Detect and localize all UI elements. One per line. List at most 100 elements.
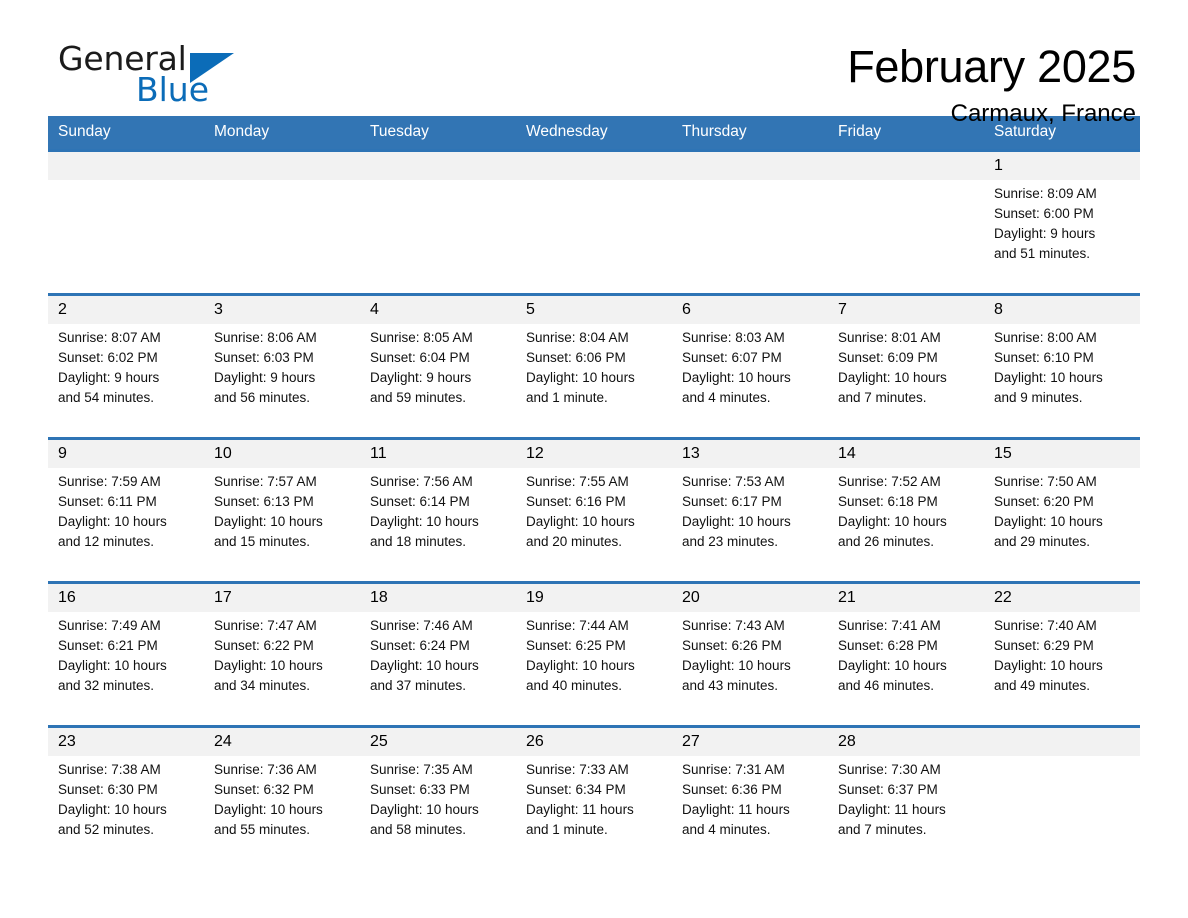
day-info-line: and 51 minutes. [994,246,1091,261]
day-info-line: Daylight: 10 hours [58,514,167,529]
day-number: 1 [994,157,1003,174]
day-info-line: and 54 minutes. [58,390,155,405]
day-info-line: and 40 minutes. [526,678,623,693]
day-info-line: Daylight: 9 hours [994,226,1096,241]
day-number-cell[interactable]: 16 [48,581,204,612]
day-detail-cell: Sunrise: 7:36 AM Sunset: 6:32 PM Daylight:… [204,756,360,854]
week-gap-cell [672,710,828,727]
day-info-line: Daylight: 10 hours [526,514,635,529]
day-number: 26 [526,733,544,750]
week-gap-cell [984,566,1140,583]
day-number-cell[interactable]: 26 [516,725,672,756]
day-info-line: Daylight: 10 hours [838,370,947,385]
day-info-line: Sunrise: 8:07 AM [58,330,161,345]
day-number-cell[interactable]: 5 [516,293,672,324]
day-number-cell[interactable]: 19 [516,581,672,612]
week-gap-cell [204,566,360,583]
day-number-cell[interactable]: 17 [204,581,360,612]
day-info-line: Sunset: 6:17 PM [682,494,782,509]
day-number-cell[interactable]: 14 [828,437,984,468]
location-subtitle: Carmaux, France [950,100,1136,127]
day-number-cell[interactable]: 24 [204,725,360,756]
day-number-cell[interactable]: 6 [672,293,828,324]
day-detail-cell: Sunrise: 7:46 AM Sunset: 6:24 PM Daylight:… [360,612,516,710]
day-number-cell[interactable]: 1 [984,149,1140,180]
day-number-cell[interactable]: 20 [672,581,828,612]
day-info-line: Daylight: 11 hours [682,802,790,817]
day-number-cell[interactable]: 25 [360,725,516,756]
day-info-line: Sunset: 6:24 PM [370,638,470,653]
day-number-cell[interactable]: 7 [828,293,984,324]
day-number-cell[interactable]: 4 [360,293,516,324]
day-info-line: and 20 minutes. [526,534,623,549]
week-detail-row: Sunrise: 8:09 AM Sunset: 6:00 PM Daylight:… [48,180,1140,278]
day-number: 22 [994,589,1012,606]
day-info-line: Sunrise: 7:56 AM [370,474,473,489]
day-number-cell[interactable]: 3 [204,293,360,324]
day-number: 23 [58,733,76,750]
day-number-cell[interactable]: 10 [204,437,360,468]
day-detail-cell: Sunrise: 7:47 AM Sunset: 6:22 PM Daylight:… [204,612,360,710]
day-info-line: Sunset: 6:32 PM [214,782,314,797]
day-info-line: and 9 minutes. [994,390,1083,405]
week-detail-row: Sunrise: 7:38 AM Sunset: 6:30 PM Daylight:… [48,756,1140,854]
title-block: February 2025 Carmaux, France [847,42,1140,130]
week-gap-row [48,422,1140,439]
day-info-line: Sunset: 6:36 PM [682,782,782,797]
weekday-header-monday: Monday [204,116,360,151]
week-gap-cell [516,566,672,583]
day-number: 20 [682,589,700,606]
day-number-cell[interactable]: 15 [984,437,1140,468]
day-info-line: and 15 minutes. [214,534,311,549]
day-number: 9 [58,445,67,462]
day-number-cell[interactable]: 27 [672,725,828,756]
day-info-line: Sunrise: 8:01 AM [838,330,941,345]
week-gap-cell [204,710,360,727]
day-detail-cell: Sunrise: 7:56 AM Sunset: 6:14 PM Daylight:… [360,468,516,566]
day-number: 25 [370,733,388,750]
day-number: 19 [526,589,544,606]
day-detail-cell: Sunrise: 7:50 AM Sunset: 6:20 PM Daylight:… [984,468,1140,566]
week-gap-cell [360,566,516,583]
day-info-line: Sunrise: 7:44 AM [526,618,629,633]
week-gap-cell [672,566,828,583]
day-number-cell[interactable]: 18 [360,581,516,612]
day-info-line: and 1 minute. [526,822,608,837]
day-number-cell[interactable]: 13 [672,437,828,468]
week-gap-cell [672,422,828,439]
week-detail-row: Sunrise: 7:59 AM Sunset: 6:11 PM Daylight:… [48,468,1140,566]
day-number-cell[interactable]: 28 [828,725,984,756]
day-info-line: Sunset: 6:13 PM [214,494,314,509]
weekday-header-sunday: Sunday [48,116,204,151]
day-number-cell[interactable]: 12 [516,437,672,468]
day-number-cell[interactable]: 21 [828,581,984,612]
day-number-cell[interactable]: 23 [48,725,204,756]
day-info-line: Sunset: 6:09 PM [838,350,938,365]
day-info-line: and 32 minutes. [58,678,155,693]
day-number-cell[interactable]: 8 [984,293,1140,324]
week-gap-cell [360,710,516,727]
page-title: February 2025 [847,41,1136,92]
day-info-line: and 7 minutes. [838,390,927,405]
day-info-line: and 12 minutes. [58,534,155,549]
calendar-page: General Blue February 2025 Carmaux, Fran… [0,0,1188,918]
day-number-cell[interactable]: 2 [48,293,204,324]
day-number: 17 [214,589,232,606]
day-detail-cell: Sunrise: 8:03 AM Sunset: 6:07 PM Daylight:… [672,324,828,422]
week-gap-row [48,566,1140,583]
week-daynumber-row: 2 3 4 5 6 7 8 [48,293,1140,324]
day-info-line: and 4 minutes. [682,390,771,405]
generalblue-logo[interactable]: General Blue [48,42,288,112]
day-detail-cell: Sunrise: 7:43 AM Sunset: 6:26 PM Daylight:… [672,612,828,710]
day-info-line: Sunrise: 7:57 AM [214,474,317,489]
day-number-cell[interactable]: 11 [360,437,516,468]
day-info-line: Sunset: 6:26 PM [682,638,782,653]
day-number: 5 [526,301,535,318]
day-info-line: Sunset: 6:14 PM [370,494,470,509]
day-number-cell[interactable]: 22 [984,581,1140,612]
day-info-line: Sunrise: 7:53 AM [682,474,785,489]
day-number-cell[interactable]: 9 [48,437,204,468]
day-info-line: and 59 minutes. [370,390,467,405]
day-info-line: Sunrise: 7:30 AM [838,762,941,777]
day-info-line: Sunset: 6:25 PM [526,638,626,653]
